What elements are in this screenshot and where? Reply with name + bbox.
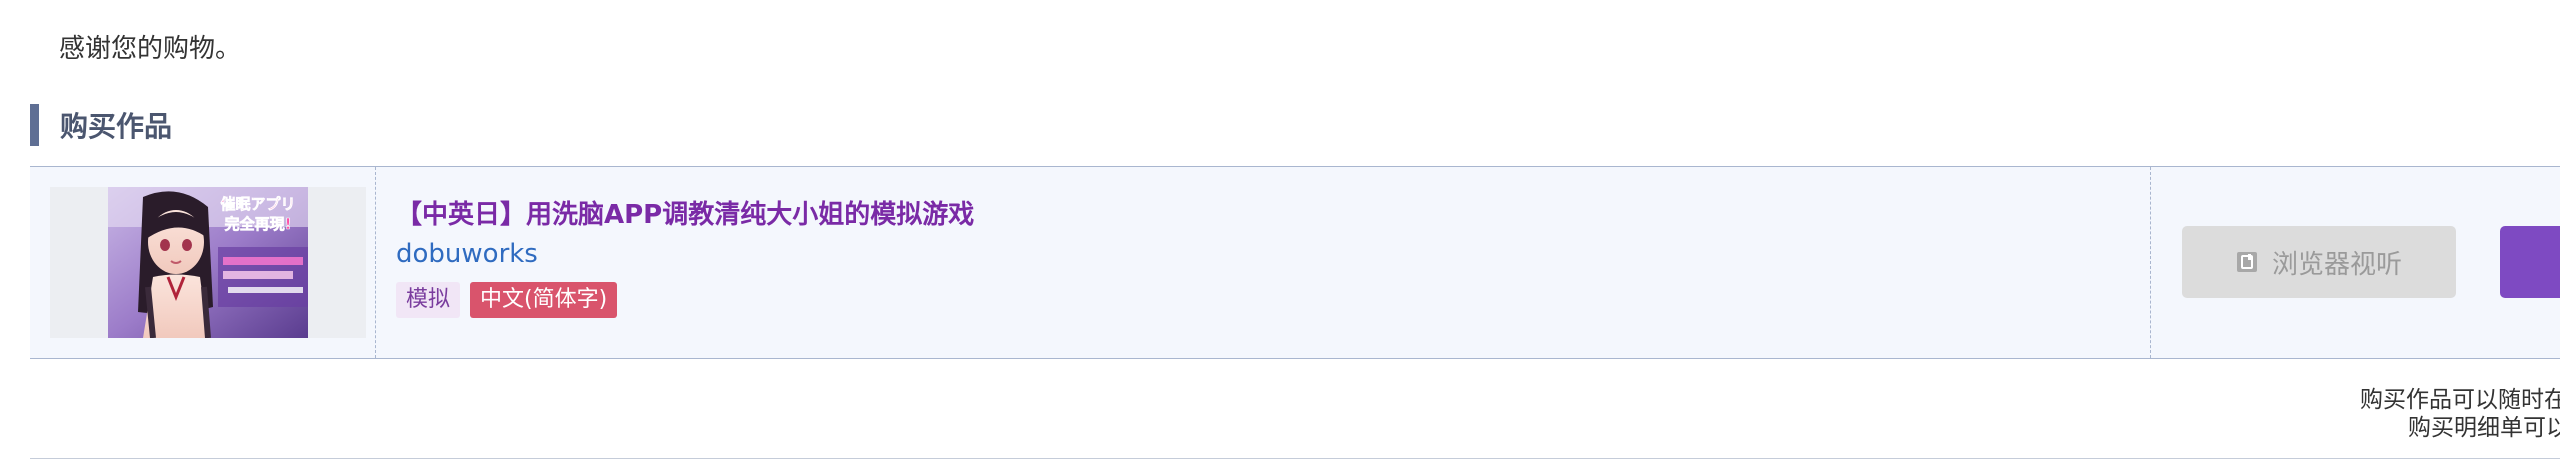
genre-tag[interactable]: 模拟 bbox=[396, 282, 461, 318]
maker-link[interactable]: dobuworks bbox=[396, 239, 538, 269]
purchased-item-row: 催眠アプリ 完全再現! 【中英日】用洗脑APP调教清纯大小姐的模拟游戏 dobu… bbox=[30, 166, 2560, 359]
thumbnail-title-line-1: 催眠アプリ bbox=[220, 195, 295, 213]
action-cell: 浏览器视听 bbox=[2152, 167, 2560, 358]
browser-view-button[interactable]: 浏览器视听 bbox=[2182, 226, 2456, 298]
work-title-link[interactable]: 【中英日】用洗脑APP调教清纯大小姐的模拟游戏 bbox=[396, 194, 974, 231]
work-tags: 模拟 中文(简体字) bbox=[396, 282, 618, 318]
thumbnail-frame: 催眠アプリ 完全再現! bbox=[50, 187, 366, 338]
work-info-cell: 【中英日】用洗脑APP调教清纯大小姐的模拟游戏 dobuworks 模拟 中文(… bbox=[377, 167, 2151, 358]
doc-icon bbox=[2236, 252, 2257, 272]
thumbnail-title-line-2: 完全再現! bbox=[225, 215, 292, 233]
note-line-2: 购买明细单可以 bbox=[2408, 415, 2560, 441]
thanks-message: 感谢您的购物。 bbox=[59, 34, 242, 64]
browser-view-label: 浏览器视听 bbox=[2271, 249, 2402, 280]
section-header: 购买作品 bbox=[30, 104, 172, 146]
work-thumbnail[interactable]: 催眠アプリ 完全再現! bbox=[108, 187, 308, 338]
thumbnail-cell: 催眠アプリ 完全再現! bbox=[30, 167, 376, 358]
section-accent-bar bbox=[30, 104, 39, 146]
download-button[interactable] bbox=[2500, 226, 2560, 298]
work-thumbnail-art: 催眠アプリ 完全再現! bbox=[108, 187, 308, 338]
language-tag: 中文(简体字) bbox=[470, 282, 618, 318]
section-title: 购买作品 bbox=[60, 110, 173, 143]
bottom-divider bbox=[30, 458, 2560, 459]
